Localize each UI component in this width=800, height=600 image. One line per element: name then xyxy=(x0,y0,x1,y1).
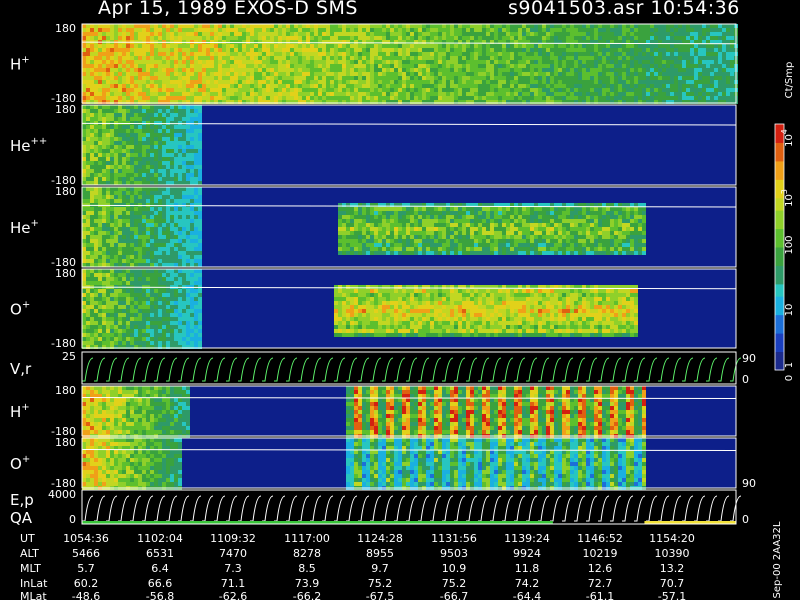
colorbar-label: Ct/Smp xyxy=(784,62,795,99)
footer-cell: -62.6 xyxy=(219,590,247,600)
y-tick-top: 180 xyxy=(55,384,76,397)
footer-cell: 1054:36 xyxy=(63,532,109,545)
panel-label: H+ xyxy=(10,55,30,74)
panel-1 xyxy=(81,23,738,104)
footer-cell: 5.7 xyxy=(77,562,95,575)
footer-cell: 1124:28 xyxy=(357,532,403,545)
right-tick-bottom: 0 xyxy=(742,373,749,386)
panel-3 xyxy=(81,186,737,268)
side-note: Sep-00 2AA32L xyxy=(772,521,783,598)
footer-cell: 75.2 xyxy=(442,577,467,590)
footer-cell: 9.7 xyxy=(371,562,389,575)
colorbar-tick: 100 xyxy=(784,235,795,254)
footer-cell: 1109:32 xyxy=(210,532,256,545)
panel-2 xyxy=(81,104,737,186)
y-tick-top: 180 xyxy=(55,103,76,116)
colorbar-tick: 0 xyxy=(784,375,795,381)
y-tick-top: 4000 xyxy=(48,488,76,501)
y-tick-top: 180 xyxy=(55,436,76,449)
panel-label: He+ xyxy=(10,218,39,237)
footer-cell: 75.2 xyxy=(368,577,393,590)
panel-label: H+ xyxy=(10,402,30,421)
footer-cell: 9924 xyxy=(513,547,541,560)
y-tick-top: 180 xyxy=(55,22,76,35)
spectrogram-figure: Apr 15, 1989 EXOS-D SMS s9041503.asr 10:… xyxy=(0,0,800,600)
footer-cell: -66.7 xyxy=(440,590,468,600)
colorbar-tick: 10 xyxy=(784,304,795,317)
y-tick-top: 25 xyxy=(62,350,76,363)
footer-cell: 10390 xyxy=(655,547,690,560)
footer-cell: 10219 xyxy=(583,547,618,560)
footer-cell: -66.2 xyxy=(293,590,321,600)
footer-row-label-alt: ALT xyxy=(20,547,39,560)
footer-cell: 11.8 xyxy=(515,562,540,575)
footer-cell: 1139:24 xyxy=(504,532,550,545)
panel-label: V,r xyxy=(10,360,32,378)
footer-row-label-inlat: InLat xyxy=(20,577,48,590)
panel-label: O+ xyxy=(10,300,30,319)
footer-cell: -48.6 xyxy=(72,590,100,600)
footer-cell: 1117:00 xyxy=(284,532,330,545)
footer-cell: 7470 xyxy=(219,547,247,560)
footer-cell: 12.6 xyxy=(588,562,613,575)
footer-cell: 72.7 xyxy=(588,577,613,590)
colorbar: 1041031001010Ct/Smp xyxy=(774,62,795,381)
colorbar-tick: 1 xyxy=(784,362,795,368)
footer-table: UT ALT MLT InLatMLat 1054:36 5466 5.7 60.2-48.6… xyxy=(20,532,695,600)
y-tick-bottom: 0 xyxy=(69,513,76,526)
panel-5 xyxy=(81,351,742,385)
panel-label: He++ xyxy=(10,136,47,155)
footer-cell: 66.6 xyxy=(148,577,173,590)
footer-cell: 1102:04 xyxy=(137,532,183,545)
footer-cell: 8278 xyxy=(293,547,321,560)
footer-cell: 7.3 xyxy=(224,562,242,575)
footer-cell: -64.4 xyxy=(513,590,541,600)
chart-svg: 180-180H+180-180He++180-180He+180-180O+2… xyxy=(10,22,795,600)
footer-cell: 71.1 xyxy=(221,577,246,590)
footer-row-label-mlat: MLat xyxy=(20,590,47,600)
footer-cell: 60.2 xyxy=(74,577,99,590)
footer-cell: 1154:20 xyxy=(649,532,695,545)
panel-label-2: QA xyxy=(10,509,33,527)
right-tick-bottom: 90 xyxy=(742,477,756,490)
footer-cell: 74.2 xyxy=(515,577,540,590)
footer-cell: 10.9 xyxy=(442,562,467,575)
panel-6 xyxy=(81,385,737,438)
footer-cell: -56.8 xyxy=(146,590,174,600)
panel-4 xyxy=(81,268,737,349)
plot-area xyxy=(81,23,742,525)
y-tick-bottom: -180 xyxy=(51,337,76,350)
footer-row-label-mlt: MLT xyxy=(20,562,41,575)
footer-cell: -61.1 xyxy=(586,590,614,600)
footer-cell: 6531 xyxy=(146,547,174,560)
y-tick-top: 180 xyxy=(55,185,76,198)
footer-cell: 8.5 xyxy=(298,562,316,575)
panel-label: E,p xyxy=(10,491,34,509)
panel-7 xyxy=(81,437,737,490)
footer-cell: 6.4 xyxy=(151,562,169,575)
footer-cell: -57.1 xyxy=(658,590,686,600)
right-tick-bottom: 0 xyxy=(742,513,749,526)
footer-cell: -67.5 xyxy=(366,590,394,600)
footer-row-label-ut: UT xyxy=(20,532,35,545)
footer-cell: 8955 xyxy=(366,547,394,560)
footer-cell: 13.2 xyxy=(660,562,685,575)
footer-cell: 5466 xyxy=(72,547,100,560)
footer-cell: 73.9 xyxy=(295,577,320,590)
panel-8 xyxy=(81,489,742,525)
footer-cell: 1131:56 xyxy=(431,532,477,545)
y-tick-top: 180 xyxy=(55,267,76,280)
footer-cell: 70.7 xyxy=(660,577,685,590)
right-tick-top: 90 xyxy=(742,352,756,365)
footer-cell: 1146:52 xyxy=(577,532,623,545)
footer-cell: 9503 xyxy=(440,547,468,560)
panel-label: O+ xyxy=(10,454,30,473)
